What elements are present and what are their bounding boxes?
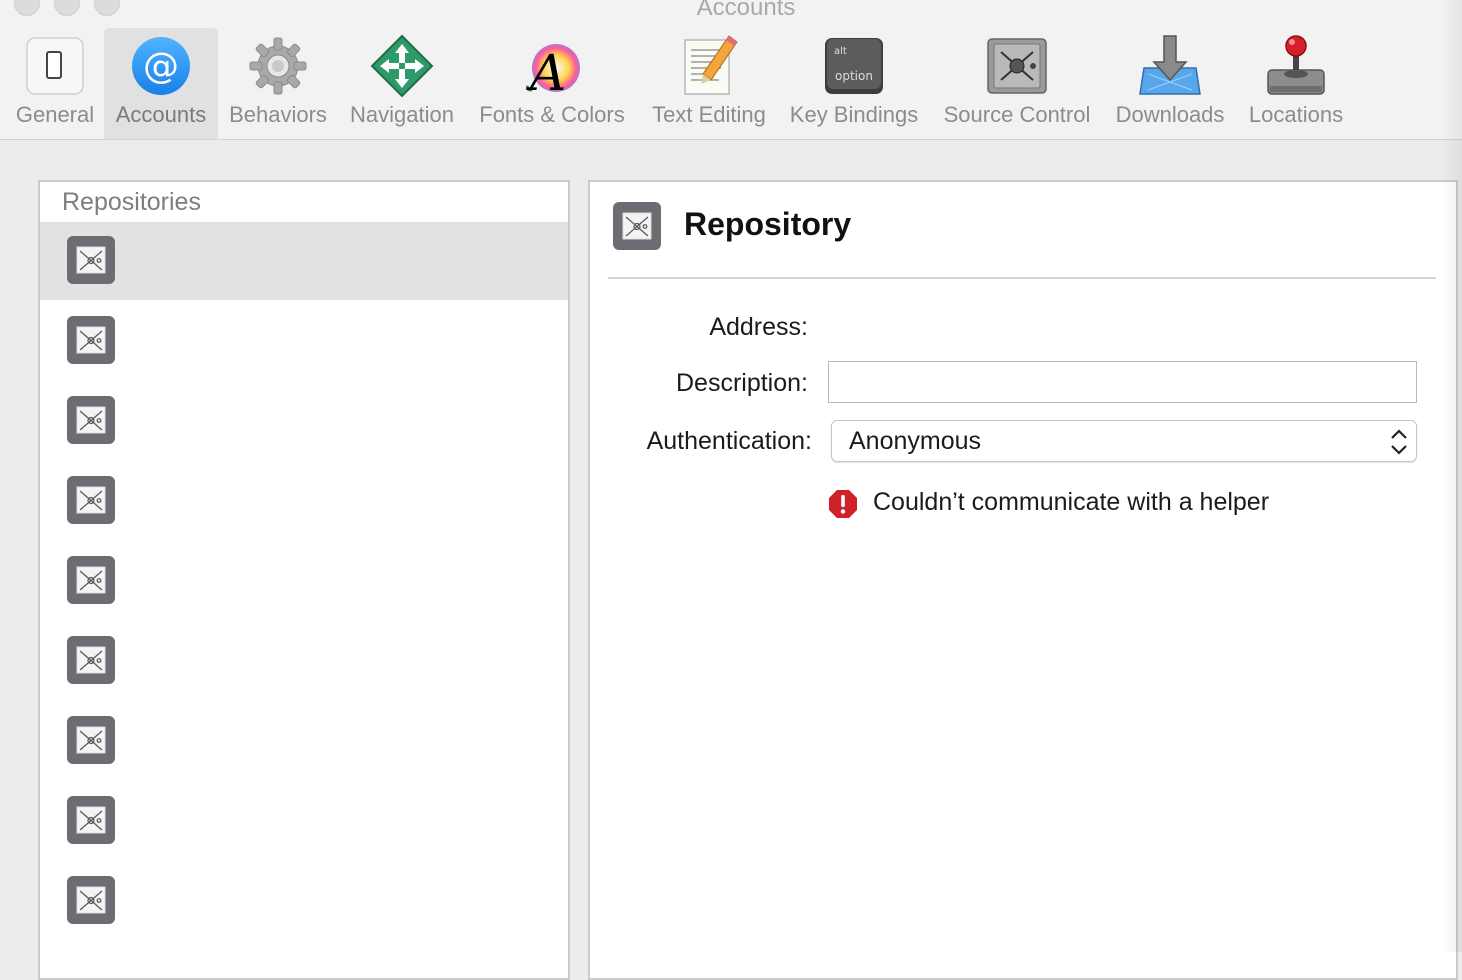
- repository-icon: [67, 796, 115, 844]
- repository-row[interactable]: [40, 302, 568, 380]
- toolbar-item-behaviors[interactable]: Behaviors: [222, 28, 334, 139]
- repository-row[interactable]: [40, 222, 568, 300]
- toolbar-item-locations[interactable]: Locations: [1240, 28, 1352, 139]
- repository-icon: [67, 476, 115, 524]
- toolbar: Accounts General @ Accounts Behaviors Na…: [0, 0, 1462, 140]
- repository-row[interactable]: [40, 622, 568, 700]
- authentication-selected-value: Anonymous: [849, 427, 982, 455]
- repository-row[interactable]: [40, 702, 568, 780]
- toolbar-label-accounts: Accounts: [115, 102, 207, 127]
- detail-title: Repository: [684, 206, 852, 242]
- repository-row[interactable]: [40, 862, 568, 940]
- svg-text:A: A: [526, 44, 566, 98]
- keycap-top-text: alt: [834, 46, 847, 57]
- address-label: Address:: [709, 313, 808, 341]
- toolbar-label-fonts-colors: Fonts & Colors: [479, 102, 625, 127]
- description-input[interactable]: [828, 361, 1417, 403]
- locations-joystick-icon: [1267, 35, 1325, 95]
- repository-icon: [67, 716, 115, 764]
- repository-row[interactable]: [40, 542, 568, 620]
- repository-row[interactable]: [40, 782, 568, 860]
- toolbar-item-accounts[interactable]: @ Accounts: [104, 28, 218, 139]
- repository-icon: [67, 236, 115, 284]
- repository-row[interactable]: [40, 462, 568, 540]
- detail-divider: [608, 277, 1436, 279]
- general-icon: [26, 37, 84, 95]
- svg-text:@: @: [143, 46, 179, 87]
- description-label: Description:: [676, 369, 808, 397]
- toolbar-item-general[interactable]: General: [8, 28, 102, 139]
- toolbar-item-key-bindings[interactable]: alt option Key Bindings: [782, 28, 926, 139]
- repository-icon: [67, 396, 115, 444]
- authentication-label: Authentication:: [646, 427, 812, 455]
- repository-icon: [67, 876, 115, 924]
- repository-list-header: Repositories: [62, 188, 201, 216]
- accounts-at-icon: @: [132, 37, 190, 95]
- toolbar-label-downloads: Downloads: [1115, 102, 1225, 127]
- repository-icon: [67, 316, 115, 364]
- toolbar-label-behaviors: Behaviors: [229, 102, 327, 127]
- toolbar-label-navigation: Navigation: [350, 102, 454, 127]
- repository-icon: [67, 556, 115, 604]
- repository-row[interactable]: [40, 382, 568, 460]
- repository-icon: [67, 636, 115, 684]
- toolbar-item-downloads[interactable]: Downloads: [1106, 28, 1234, 139]
- toolbar-item-source-control[interactable]: Source Control: [934, 28, 1100, 139]
- toolbar-label-text-editing: Text Editing: [652, 102, 766, 127]
- toolbar-label-locations: Locations: [1248, 102, 1344, 127]
- option-key-icon: alt option: [825, 38, 883, 94]
- keycap-bottom-text: option: [835, 69, 873, 83]
- toolbar-label-general: General: [15, 102, 95, 127]
- toolbar-label-key-bindings: Key Bindings: [789, 102, 919, 127]
- repository-detail-panel: Repository Address: Description: Authent…: [588, 180, 1458, 980]
- fonts-colors-icon: A: [526, 44, 580, 98]
- toolbar-label-source-control: Source Control: [943, 102, 1091, 127]
- up-down-chevron-icon: [1391, 429, 1407, 455]
- repository-list[interactable]: Repositories: [38, 180, 570, 980]
- authentication-select[interactable]: Anonymous: [831, 420, 1417, 462]
- error-octagon-icon: [829, 490, 857, 518]
- toolbar-item-fonts-colors[interactable]: A Fonts & Colors: [470, 28, 634, 139]
- navigation-arrows-icon: [370, 34, 434, 98]
- downloads-icon: [1139, 35, 1201, 95]
- repository-icon: [613, 202, 661, 250]
- error-message: Couldn’t communicate with a helper: [873, 488, 1270, 516]
- source-control-safe-icon: [987, 38, 1047, 94]
- window-title: Accounts: [696, 0, 796, 21]
- toolbar-item-text-editing[interactable]: Text Editing: [642, 28, 776, 139]
- text-editing-icon: [684, 35, 738, 95]
- toolbar-item-navigation[interactable]: Navigation: [340, 28, 464, 139]
- gear-icon: [249, 37, 307, 95]
